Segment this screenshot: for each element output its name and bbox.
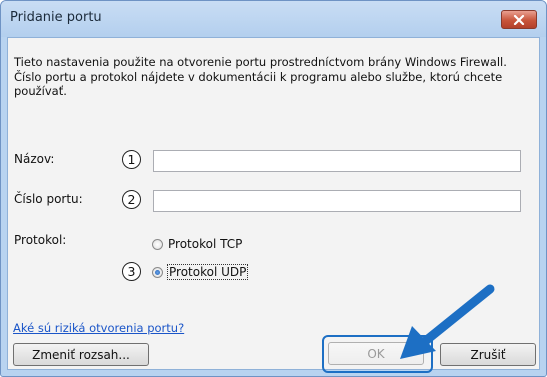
arrow-icon bbox=[400, 284, 495, 359]
name-label: Názov: bbox=[14, 152, 55, 166]
close-button[interactable] bbox=[501, 10, 537, 29]
dialog-content: Tieto nastavenia použite na otvorenie po… bbox=[7, 37, 540, 373]
port-number-label: Číslo portu: bbox=[14, 192, 83, 206]
radio-tcp-label: Protokol TCP bbox=[168, 237, 243, 251]
marker-3: 3 bbox=[122, 262, 141, 281]
title-bar: Pridanie portu bbox=[1, 1, 546, 37]
close-icon bbox=[513, 14, 525, 25]
radio-udp-indicator[interactable] bbox=[152, 266, 163, 278]
marker-2: 2 bbox=[122, 190, 141, 209]
protocol-label: Protokol: bbox=[14, 233, 67, 247]
description-text: Tieto nastavenia použite na otvorenie po… bbox=[14, 55, 507, 98]
radio-tcp[interactable]: Protokol TCP bbox=[152, 237, 242, 251]
port-number-input[interactable] bbox=[153, 190, 521, 212]
add-port-dialog: Pridanie portu Tieto nastavenia použite … bbox=[0, 0, 547, 377]
radio-tcp-indicator[interactable] bbox=[152, 238, 163, 250]
name-input[interactable] bbox=[153, 150, 521, 172]
marker-1: 1 bbox=[122, 150, 141, 169]
radio-udp-label: Protokol UDP bbox=[166, 264, 249, 280]
radio-udp[interactable]: Protokol UDP bbox=[152, 264, 249, 280]
window-title: Pridanie portu bbox=[10, 10, 102, 25]
port-risks-link[interactable]: Aké sú riziká otvorenia portu? bbox=[13, 321, 184, 335]
change-scope-button[interactable]: Zmeniť rozsah... bbox=[13, 343, 149, 366]
